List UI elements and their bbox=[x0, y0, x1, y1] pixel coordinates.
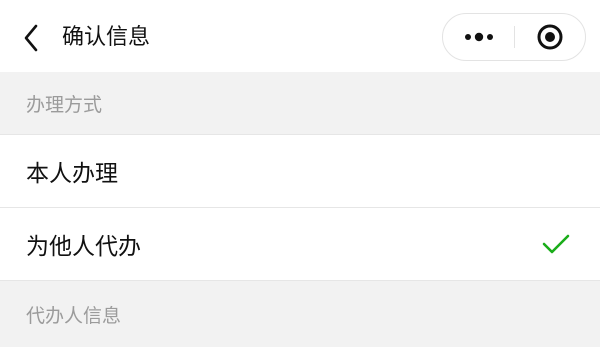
section-header-proxy-info: 代办人信息 bbox=[0, 281, 600, 347]
menu-capsule bbox=[442, 13, 586, 61]
option-proxy[interactable]: 为他人代办 bbox=[0, 208, 600, 280]
more-dots-icon bbox=[464, 32, 493, 42]
navigation-bar: 确认信息 bbox=[0, 0, 600, 72]
checkmark-icon bbox=[542, 234, 570, 254]
option-self[interactable]: 本人办理 bbox=[0, 135, 600, 207]
option-label: 为他人代办 bbox=[26, 234, 141, 260]
more-button[interactable] bbox=[443, 14, 514, 60]
section-header-method: 办理方式 bbox=[0, 72, 600, 134]
back-button[interactable] bbox=[14, 20, 48, 56]
option-label: 本人办理 bbox=[26, 161, 118, 187]
page-title: 确认信息 bbox=[62, 25, 151, 50]
target-close-icon bbox=[537, 24, 563, 50]
close-button[interactable] bbox=[515, 14, 585, 60]
chevron-left-icon bbox=[24, 24, 38, 52]
